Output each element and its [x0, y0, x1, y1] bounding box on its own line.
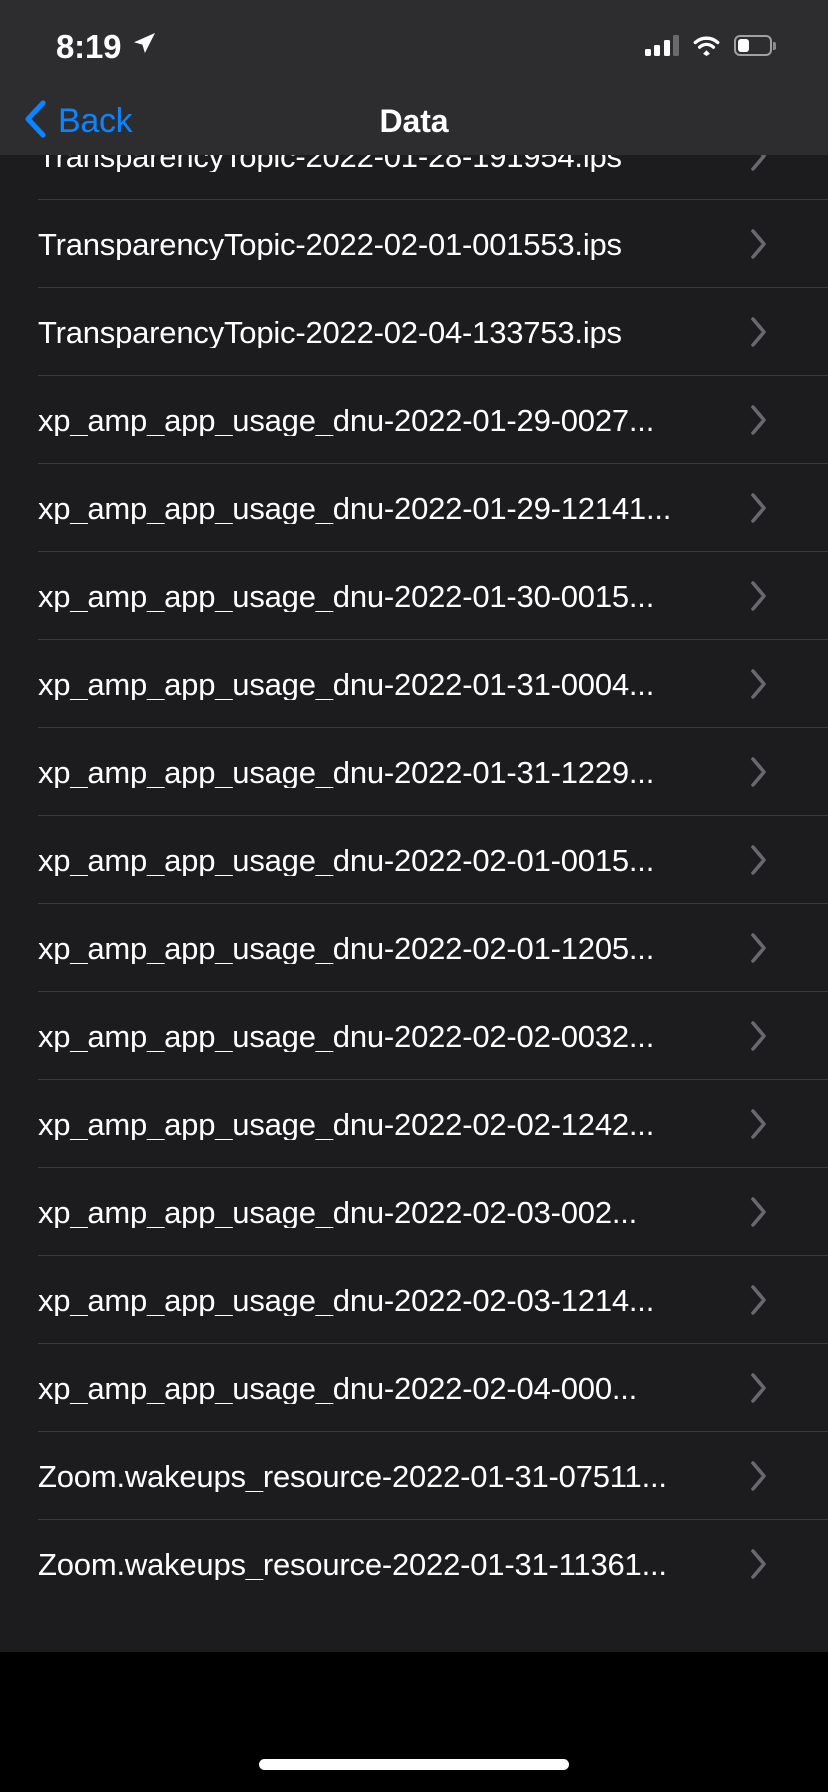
- location-arrow-icon: [131, 30, 157, 61]
- list-item[interactable]: xp_amp_app_usage_dnu-2022-01-31-1229...: [0, 728, 828, 816]
- list-item-label: xp_amp_app_usage_dnu-2022-02-02-1242...: [38, 1108, 655, 1140]
- list-item-label: xp_amp_app_usage_dnu-2022-01-29-12141...: [38, 492, 672, 524]
- chevron-right-icon: [740, 580, 828, 612]
- chevron-right-icon: [740, 932, 828, 964]
- status-bar-clock: 8:19: [56, 27, 122, 65]
- list-item[interactable]: xp_amp_app_usage_dnu-2022-01-30-0015...: [0, 552, 828, 640]
- chevron-right-icon: [740, 492, 828, 524]
- status-bar-left: 8:19: [56, 26, 157, 63]
- list-item-label: xp_amp_app_usage_dnu-2022-01-30-0015...: [38, 580, 655, 612]
- status-bar: 8:19: [0, 0, 828, 88]
- list-item-label: xp_amp_app_usage_dnu-2022-02-01-1205...: [38, 932, 655, 964]
- list-item[interactable]: xp_amp_app_usage_dnu-2022-01-29-0027...: [0, 376, 828, 464]
- list-item[interactable]: xp_amp_app_usage_dnu-2022-02-01-0015...: [0, 816, 828, 904]
- status-bar-right: [644, 32, 776, 56]
- navigation-bar: Back Data: [0, 88, 828, 155]
- battery-icon: [734, 34, 776, 56]
- list-item[interactable]: xp_amp_app_usage_dnu-2022-02-04-000...: [0, 1344, 828, 1432]
- chevron-right-icon: [740, 1020, 828, 1052]
- list-item-label: TransparencyTopic-2022-02-04-133753.ips: [38, 316, 622, 348]
- back-button[interactable]: Back: [24, 88, 142, 155]
- chevron-right-icon: [740, 1196, 828, 1228]
- list-item-label: xp_amp_app_usage_dnu-2022-01-31-1229...: [38, 756, 655, 788]
- list-item[interactable]: xp_amp_app_usage_dnu-2022-02-02-0032...: [0, 992, 828, 1080]
- back-button-label: Back: [58, 101, 133, 140]
- chevron-right-icon: [740, 1372, 828, 1404]
- file-list[interactable]: TransparencyTopic-2022-01-28-191954.ips T…: [0, 155, 828, 1652]
- list-item[interactable]: xp_amp_app_usage_dnu-2022-01-31-0004...: [0, 640, 828, 728]
- chevron-right-icon: [740, 756, 828, 788]
- home-indicator[interactable]: [259, 1759, 569, 1770]
- list-item-label: xp_amp_app_usage_dnu-2022-02-03-1214...: [38, 1284, 655, 1316]
- chevron-right-icon: [740, 1108, 828, 1140]
- list-item[interactable]: xp_amp_app_usage_dnu-2022-01-29-12141...: [0, 464, 828, 552]
- bottom-safe-area: [0, 1652, 828, 1792]
- chevron-right-icon: [740, 404, 828, 436]
- list-item-label: xp_amp_app_usage_dnu-2022-02-01-0015...: [38, 844, 655, 876]
- chevron-right-icon: [740, 228, 828, 260]
- chevron-right-icon: [740, 1548, 828, 1580]
- chevron-right-icon: [740, 316, 828, 348]
- list-item[interactable]: xp_amp_app_usage_dnu-2022-02-02-1242...: [0, 1080, 828, 1168]
- list-item-label: xp_amp_app_usage_dnu-2022-02-04-000...: [38, 1372, 638, 1404]
- list-item-label: Zoom.wakeups_resource-2022-01-31-07511..…: [38, 1460, 667, 1492]
- list-item[interactable]: TransparencyTopic-2022-02-04-133753.ips: [0, 288, 828, 376]
- chevron-right-icon: [740, 844, 828, 876]
- list-item[interactable]: TransparencyTopic-2022-02-01-001553.ips: [0, 200, 828, 288]
- chevron-right-icon: [740, 1460, 828, 1492]
- list-item[interactable]: Zoom.wakeups_resource-2022-01-31-11361..…: [0, 1520, 828, 1608]
- list-item[interactable]: xp_amp_app_usage_dnu-2022-02-03-002...: [0, 1168, 828, 1256]
- cellular-signal-icon: [644, 34, 679, 56]
- chevron-right-icon: [740, 155, 828, 172]
- chevron-right-icon: [740, 1284, 828, 1316]
- list-item-label: TransparencyTopic-2022-02-01-001553.ips: [38, 228, 622, 260]
- list-item-label: xp_amp_app_usage_dnu-2022-02-03-002...: [38, 1196, 638, 1228]
- list-item[interactable]: TransparencyTopic-2022-01-28-191954.ips: [0, 155, 828, 200]
- list-item-label: xp_amp_app_usage_dnu-2022-02-02-0032...: [38, 1020, 655, 1052]
- chevron-right-icon: [740, 668, 828, 700]
- chevron-left-icon: [24, 100, 46, 143]
- list-item[interactable]: Zoom.wakeups_resource-2022-01-31-07511..…: [0, 1432, 828, 1520]
- list-item[interactable]: xp_amp_app_usage_dnu-2022-02-01-1205...: [0, 904, 828, 992]
- list-item-label: TransparencyTopic-2022-01-28-191954.ips: [38, 155, 740, 172]
- wifi-icon: [692, 34, 721, 56]
- list-item[interactable]: xp_amp_app_usage_dnu-2022-02-03-1214...: [0, 1256, 828, 1344]
- list-item-label: Zoom.wakeups_resource-2022-01-31-11361..…: [38, 1548, 667, 1580]
- iphone-screen: 8:19 Back Data TransparencyTopic-2022-02…: [0, 0, 828, 1792]
- list-item-label: xp_amp_app_usage_dnu-2022-01-29-0027...: [38, 404, 655, 436]
- list-item-label: xp_amp_app_usage_dnu-2022-01-31-0004...: [38, 668, 655, 700]
